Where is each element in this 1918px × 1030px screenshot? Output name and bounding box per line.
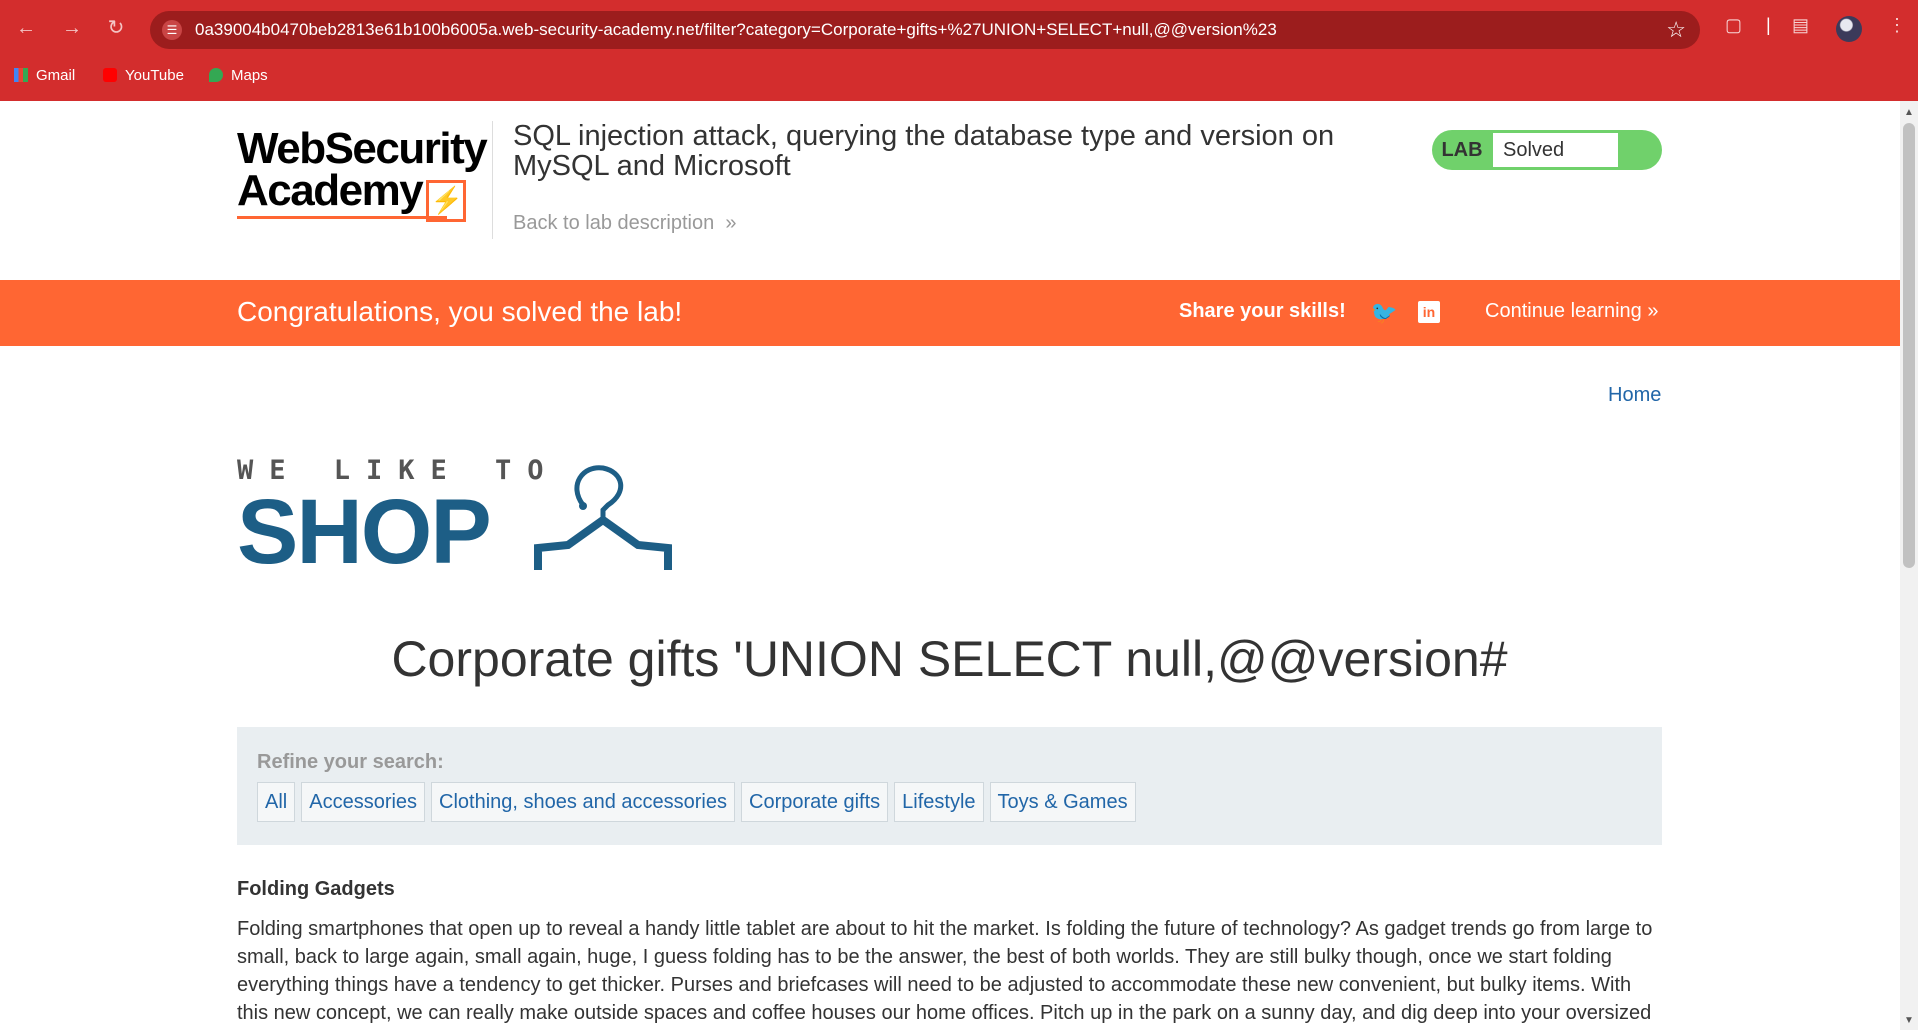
web-security-academy-logo[interactable]: WebSecurity Academy ⚡ — [237, 124, 488, 222]
back-to-lab-description-link[interactable]: Back to lab description » — [513, 212, 736, 235]
refine-search-label: Refine your search: — [257, 751, 444, 773]
page-heading: Corporate gifts 'UNION SELECT null,@@ver… — [391, 631, 1508, 687]
browser-chrome: ← → ↻ ☰ 0a39004b0470beb2813e61b100b6005a… — [0, 0, 1918, 101]
filter-all[interactable]: All — [257, 782, 296, 822]
reload-icon[interactable]: ↻ — [102, 14, 130, 42]
shop-logo-word: SHOP — [237, 481, 492, 583]
forward-arrow-icon[interactable]: → — [58, 14, 86, 42]
menu-icon[interactable]: ⋮ — [1888, 15, 1906, 36]
double-chevron-right-icon: » — [719, 212, 737, 234]
twitter-icon[interactable]: 🐦 — [1370, 300, 1397, 326]
site-info-icon[interactable]: ☰ — [162, 20, 182, 40]
filter-corporate-gifts[interactable]: Corporate gifts — [741, 782, 889, 822]
profile-avatar[interactable] — [1836, 16, 1862, 42]
filter-accessories[interactable]: Accessories — [301, 782, 426, 822]
continue-learning-label: Continue learning — [1485, 300, 1642, 322]
filter-clothing[interactable]: Clothing, shoes and accessories — [431, 782, 735, 822]
lab-title: SQL injection attack, querying the datab… — [513, 120, 1335, 182]
continue-learning-link[interactable]: Continue learning » — [1485, 300, 1658, 323]
extensions-icon[interactable]: ▢ — [1725, 15, 1742, 36]
we-like-to-shop-logo: WE LIKE TO SHOP — [237, 455, 560, 585]
gmail-icon — [14, 68, 28, 82]
scroll-down-arrow-icon[interactable]: ▼ — [1904, 1015, 1914, 1026]
share-skills-label: Share your skills! — [1179, 300, 1346, 322]
product-description: Folding smartphones that open up to reve… — [237, 918, 1653, 1024]
header-divider — [492, 121, 493, 239]
bookmark-youtube[interactable]: YouTube — [103, 67, 184, 84]
back-arrow-icon[interactable]: ← — [12, 14, 40, 42]
refine-search-panel: Refine your search: All Accessories Clot… — [237, 727, 1662, 845]
product-title: Folding Gadgets — [237, 878, 395, 900]
scroll-up-arrow-icon[interactable]: ▲ — [1904, 107, 1914, 118]
scrollbar-thumb[interactable] — [1903, 123, 1915, 568]
address-bar-url[interactable]: 0a39004b0470beb2813e61b100b6005a.web-sec… — [195, 20, 1277, 40]
home-link[interactable]: Home — [1608, 384, 1661, 407]
bookmark-star-icon[interactable]: ☆ — [1666, 17, 1686, 43]
category-filters: All Accessories Clothing, shoes and acce… — [257, 782, 1136, 822]
logo-line-1: WebSecurity — [237, 124, 488, 173]
bookmark-gmail[interactable]: Gmail — [14, 67, 75, 84]
maps-icon — [209, 68, 223, 82]
logo-underline — [237, 216, 447, 219]
youtube-icon — [103, 68, 117, 82]
filter-lifestyle[interactable]: Lifestyle — [894, 782, 984, 822]
linkedin-icon[interactable]: in — [1418, 301, 1440, 323]
bookmark-label: Maps — [231, 67, 268, 84]
toolbar-divider: | — [1766, 15, 1771, 35]
bookmark-maps[interactable]: Maps — [209, 67, 268, 84]
address-bar[interactable]: ☰ 0a39004b0470beb2813e61b100b6005a.web-s… — [150, 11, 1700, 49]
bookmark-label: YouTube — [125, 67, 184, 84]
bookmark-label: Gmail — [36, 67, 76, 84]
logo-line-2: Academy — [237, 166, 424, 215]
cast-icon[interactable]: ▤ — [1792, 15, 1809, 36]
back-link-label: Back to lab description — [513, 212, 715, 234]
congratulations-banner: Congratulations, you solved the lab! Sha… — [0, 280, 1900, 346]
congratulations-message: Congratulations, you solved the lab! — [237, 296, 683, 327]
lab-status-widget: LAB Solved — [1432, 130, 1662, 170]
vertical-scrollbar[interactable]: ▲ ▼ — [1900, 101, 1918, 1030]
lab-badge: LAB — [1441, 139, 1483, 161]
lab-status-text: Solved — [1493, 133, 1618, 167]
hanger-icon — [534, 465, 672, 570]
filter-toys-games[interactable]: Toys & Games — [989, 782, 1136, 822]
